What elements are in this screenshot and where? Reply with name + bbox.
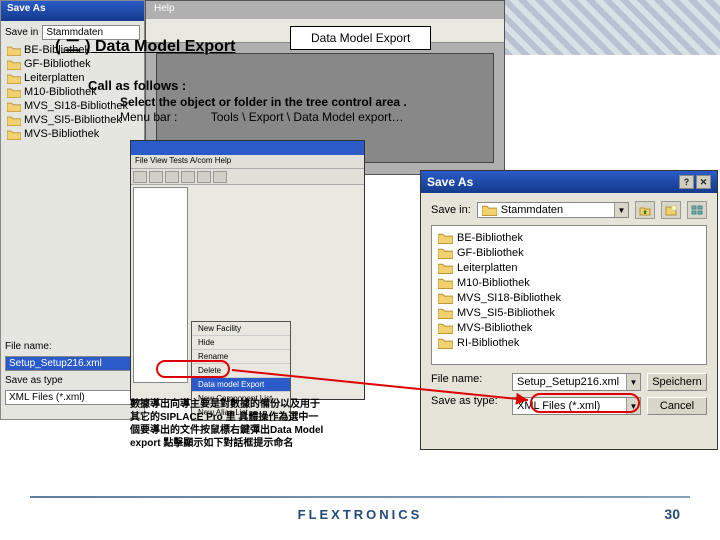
folder-label: Leiterplatten [457, 262, 518, 274]
folder-icon [438, 337, 453, 349]
instruction-2: Menu bar : Tools \ Export \ Data Model e… [120, 110, 403, 124]
savein-dropdown[interactable]: Stammdaten ▼ [477, 202, 629, 218]
folder-icon [438, 262, 453, 274]
savetype-dropdown[interactable]: XML Files (*.xml) ▼ [512, 397, 641, 415]
folder-label: MVS_SI5-Bibliothek [457, 307, 555, 319]
folder-icon [438, 232, 453, 244]
folder-item[interactable]: MVS-Bibliothek [438, 322, 700, 334]
folder-icon [438, 292, 453, 304]
filename-value: Setup_Setup216.xml [517, 376, 619, 388]
label-box: Data Model Export [290, 26, 431, 50]
folder-label: RI-Bibliothek [457, 337, 519, 349]
folder-item[interactable]: MVS_SI5-Bibliothek [438, 307, 700, 319]
view-menu-button[interactable] [687, 201, 707, 219]
context-menu-item[interactable]: Rename [192, 350, 290, 364]
folder-icon [7, 73, 21, 84]
bg-folder-label: GF-Bibliothek [24, 58, 91, 70]
savein-value: Stammdaten [501, 204, 563, 216]
cancel-button[interactable]: Cancel [647, 397, 707, 415]
folder-icon [7, 129, 21, 140]
folder-item[interactable]: MVS_SI18-Bibliothek [438, 292, 700, 304]
chevron-down-icon: ▼ [614, 203, 628, 217]
bg-folder-label: MVS_SI18-Bibliothek [24, 100, 128, 112]
folder-icon [438, 277, 453, 289]
folder-item[interactable]: BE-Bibliothek [438, 232, 700, 244]
chevron-down-icon: ▼ [626, 374, 640, 390]
filename-label: File name: [431, 373, 506, 385]
bg-filename-label: File name: [5, 341, 52, 352]
bg-folder-item: GF-Bibliothek [7, 58, 140, 70]
chinese-note: 數據導出向導主要是對數據的備份以及用于其它的SIPLACE Pro 里 具體操作… [130, 398, 325, 450]
folder-label: GF-Bibliothek [457, 247, 524, 259]
section-heading: ( 二 ) Data Model Export [55, 32, 235, 56]
chevron-down-icon: ▼ [626, 398, 640, 414]
folder-icon [7, 59, 21, 70]
bg-folder-label: MVS-Bibliothek [24, 128, 99, 140]
folder-label: MVS-Bibliothek [457, 322, 532, 334]
bg-save-as-title: Save As [1, 1, 144, 21]
close-button[interactable]: ✕ [696, 175, 711, 189]
save-as-dialog: Save As ? ✕ Save in: Stammdaten ▼ [420, 170, 718, 450]
save-as-title: Save As [427, 175, 473, 189]
filename-input[interactable]: Setup_Setup216.xml ▼ [512, 373, 641, 391]
help-button[interactable]: ? [679, 175, 694, 189]
bg-folder-label: MVS_SI5-Bibliothek [24, 114, 122, 126]
instr2-path: Tools \ Export \ Data Model export… [211, 110, 404, 124]
folder-item[interactable]: GF-Bibliothek [438, 247, 700, 259]
folder-icon [438, 307, 453, 319]
save-button[interactable]: Speichern [647, 373, 707, 391]
context-menu-item[interactable]: New Facility [192, 322, 290, 336]
folder-list[interactable]: BE-Bibliothek GF-Bibliothek Leiterplatten M… [431, 225, 707, 365]
mini-menubar: File View Tests A/com Help [131, 155, 364, 169]
savetype-value: XML Files (*.xml) [517, 400, 600, 412]
folder-label: M10-Bibliothek [457, 277, 530, 289]
context-menu-item[interactable]: Hide [192, 336, 290, 350]
bg-folder-label: Leiterplatten [24, 72, 85, 84]
mini-tree [133, 187, 188, 383]
folder-label: BE-Bibliothek [457, 232, 523, 244]
context-menu-item[interactable]: Data model Export [192, 378, 290, 392]
bg-menu-help: Help [146, 1, 504, 19]
folder-icon [438, 247, 453, 259]
bg-filename-value: Setup_Setup216.xml [5, 356, 140, 371]
bg-savetype-label: Save as type [5, 375, 63, 386]
bg-savetype-value: XML Files (*.xml) [5, 390, 140, 405]
context-menu-item[interactable]: Delete [192, 364, 290, 378]
call-as-follows: Call as follows : [88, 78, 186, 93]
instruction-1: Select the object or folder in the tree … [120, 95, 407, 109]
footer-logo: FLEXTRONICS [0, 507, 720, 522]
folder-icon [7, 101, 21, 112]
up-one-level-button[interactable] [635, 201, 655, 219]
folder-item[interactable]: Leiterplatten [438, 262, 700, 274]
new-folder-button[interactable] [661, 201, 681, 219]
savein-label: Save in: [431, 204, 471, 216]
page-number: 30 [664, 506, 680, 522]
savetype-label: Save as type: [431, 395, 506, 407]
folder-item[interactable]: M10-Bibliothek [438, 277, 700, 289]
bg-folder-label: M10-Bibliothek [24, 86, 97, 98]
instr2-prefix: Menu bar : [120, 110, 177, 124]
folder-label: MVS_SI18-Bibliothek [457, 292, 561, 304]
folder-icon [438, 322, 453, 334]
folder-icon [7, 87, 21, 98]
folder-item[interactable]: RI-Bibliothek [438, 337, 700, 349]
bg-savein-label: Save in [5, 27, 38, 38]
footer-separator [30, 496, 690, 498]
folder-icon [7, 115, 21, 126]
folder-icon [482, 204, 497, 216]
corner-decoration [505, 0, 720, 55]
bg-folder-item: MVS-Bibliothek [7, 128, 140, 140]
bg-save-as-left: Save As Save in Stammdaten BE-Bibliothek… [0, 0, 145, 420]
folder-icon [7, 45, 21, 56]
mini-app-window: File View Tests A/com Help New FacilityH… [130, 140, 365, 400]
